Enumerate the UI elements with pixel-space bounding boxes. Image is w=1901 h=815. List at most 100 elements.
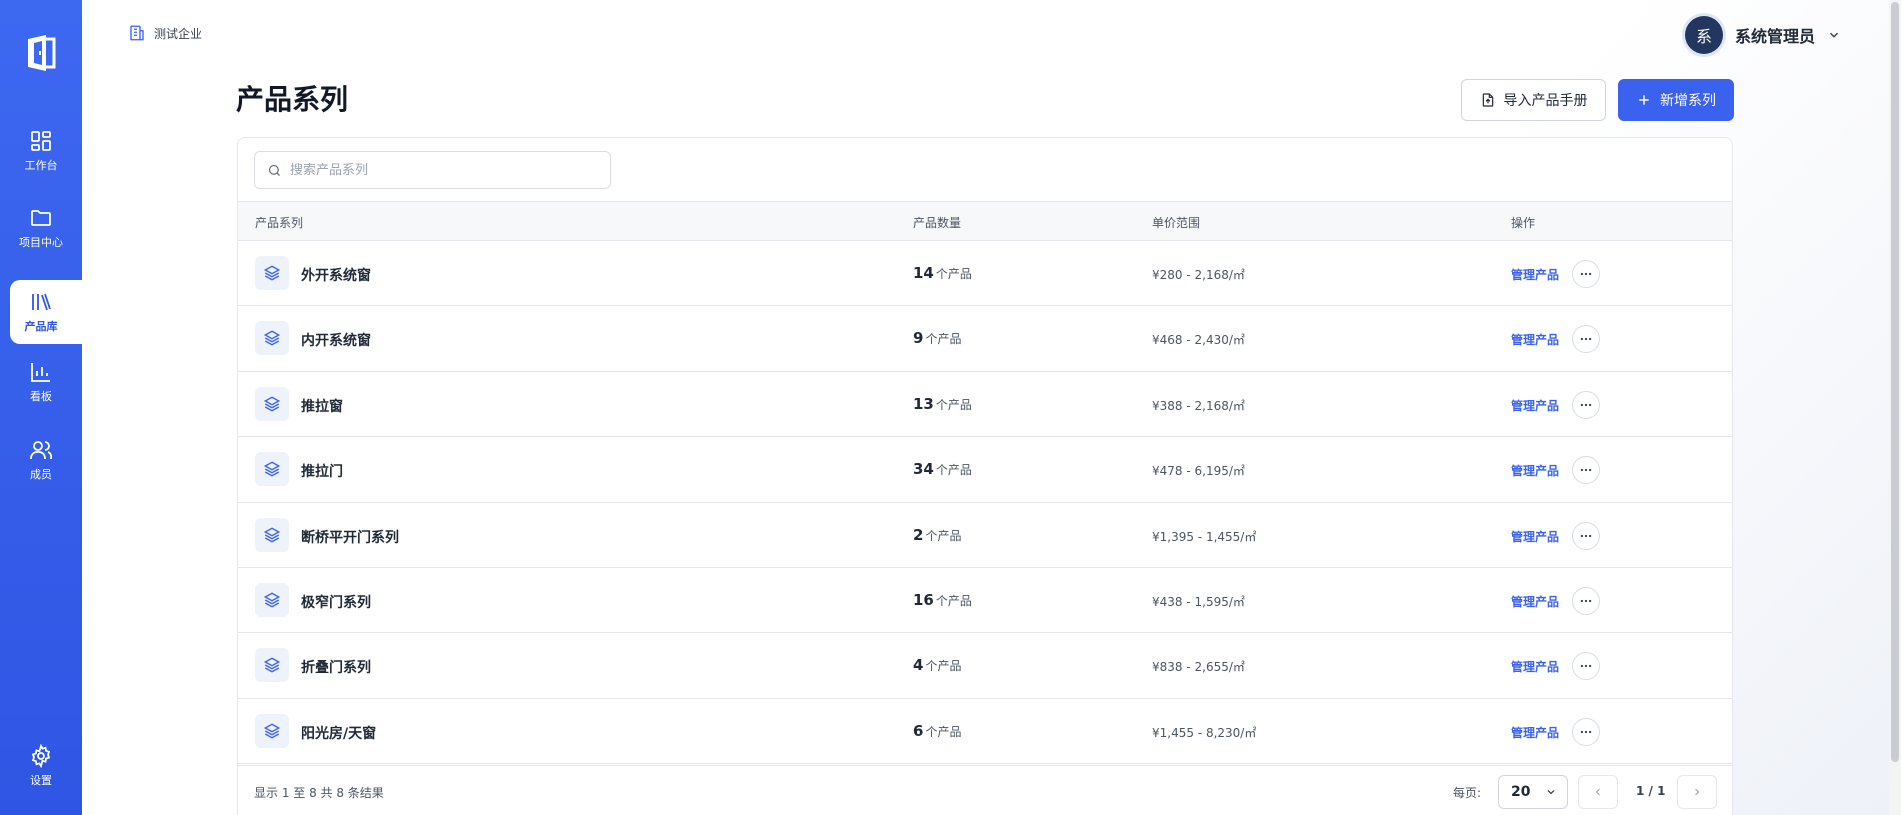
product-count: 13 个产品 xyxy=(913,395,972,413)
layers-icon xyxy=(255,321,289,356)
sidebar-item-label: 工作台 xyxy=(24,159,58,172)
price-range: ¥388 - 2,168/㎡ xyxy=(1152,398,1245,413)
more-actions-button[interactable] xyxy=(1572,717,1600,746)
more-actions-button[interactable] xyxy=(1572,652,1600,681)
table-row: 内开系统窗 9 个产品 ¥468 - 2,430/㎡ 管理产品 xyxy=(238,306,1732,372)
chevron-down-icon xyxy=(1830,32,1839,38)
app-logo[interactable] xyxy=(22,33,60,73)
layers-icon xyxy=(255,452,289,487)
manage-products-link[interactable]: 管理产品 xyxy=(1511,724,1559,741)
page-info: 1 / 1 xyxy=(1636,784,1666,798)
manage-products-link[interactable]: 管理产品 xyxy=(1511,266,1559,283)
series-name: 极窄门系列 xyxy=(301,594,371,611)
chevron-down-icon xyxy=(1547,790,1555,795)
search-input[interactable] xyxy=(290,162,590,178)
manage-products-link[interactable]: 管理产品 xyxy=(1511,462,1559,479)
manage-products-link[interactable]: 管理产品 xyxy=(1511,331,1559,348)
product-count-unit: 个产品 xyxy=(925,528,962,543)
per-page-select[interactable]: 20 xyxy=(1498,775,1568,809)
sidebar-item-members[interactable]: 成员 xyxy=(10,428,82,492)
manage-products-link[interactable]: 管理产品 xyxy=(1511,528,1559,545)
price-range: ¥838 - 2,655/㎡ xyxy=(1152,660,1245,675)
layers-icon xyxy=(255,582,289,617)
gear-icon xyxy=(31,744,51,768)
manage-products-link[interactable]: 管理产品 xyxy=(1511,658,1559,675)
more-actions-button[interactable] xyxy=(1572,260,1600,288)
product-count-value: 9 xyxy=(913,329,924,348)
scrollbar-thumb[interactable] xyxy=(1891,2,1899,762)
building-icon xyxy=(130,25,144,41)
more-actions-button[interactable] xyxy=(1572,390,1600,419)
series-name: 外开系统窗 xyxy=(301,268,371,284)
more-horizontal-icon xyxy=(1580,665,1592,668)
sidebar-item-board[interactable]: 看板 xyxy=(10,350,82,414)
org-switcher[interactable]: 测试企业 xyxy=(128,24,202,42)
series-name: 推拉窗 xyxy=(301,398,343,415)
product-count-value: 14 xyxy=(913,264,934,282)
users-icon xyxy=(30,441,53,459)
price-range: ¥478 - 6,195/㎡ xyxy=(1152,464,1245,479)
series-name: 内开系统窗 xyxy=(301,333,371,350)
product-count-unit: 个产品 xyxy=(935,397,972,412)
table-row: 折叠门系列 4 个产品 ¥838 - 2,655/㎡ 管理产品 xyxy=(238,633,1732,699)
more-actions-button[interactable] xyxy=(1572,521,1600,550)
layers-icon xyxy=(255,256,289,290)
search-box[interactable] xyxy=(254,151,611,189)
manage-products-link[interactable]: 管理产品 xyxy=(1511,397,1559,414)
product-count: 14 个产品 xyxy=(913,264,972,282)
product-count-unit: 个产品 xyxy=(935,267,972,281)
manage-products-link[interactable]: 管理产品 xyxy=(1511,593,1559,610)
series-name: 折叠门系列 xyxy=(301,660,371,677)
library-icon xyxy=(32,293,51,311)
sidebar-item-workbench[interactable]: 工作台 xyxy=(10,119,82,183)
result-summary: 显示 1 至 8 共 8 条结果 xyxy=(254,786,384,800)
sidebar-item-label: 成员 xyxy=(30,468,52,481)
layers-icon xyxy=(255,713,289,748)
sidebar-item-projects[interactable]: 项目中心 xyxy=(10,196,82,260)
table-row: 外开系统窗 14 个产品 ¥280 - 2,168/㎡ 管理产品 xyxy=(238,241,1732,307)
sidebar-item-label: 看板 xyxy=(30,390,52,403)
product-count: 16 个产品 xyxy=(913,591,972,609)
user-name: 系统管理员 xyxy=(1735,27,1816,46)
page-scrollbar[interactable] xyxy=(1889,0,1901,815)
column-header-count: 产品数量 xyxy=(913,216,962,230)
sidebar-item-settings[interactable]: 设置 xyxy=(10,734,82,798)
next-page-button[interactable] xyxy=(1677,775,1717,809)
sidebar: 工作台 项目中心 产品库 看板 成员 设置 xyxy=(0,0,82,815)
more-horizontal-icon xyxy=(1580,403,1592,406)
product-count-value: 13 xyxy=(913,394,934,413)
more-actions-button[interactable] xyxy=(1572,325,1600,354)
more-horizontal-icon xyxy=(1580,599,1592,603)
import-manual-button[interactable]: 导入产品手册 xyxy=(1461,79,1606,121)
series-name: 断桥平开门系列 xyxy=(301,529,399,546)
bar-chart-icon xyxy=(31,363,50,382)
add-series-button[interactable]: 新增系列 xyxy=(1618,79,1734,121)
more-actions-button[interactable] xyxy=(1572,586,1600,615)
product-count-unit: 个产品 xyxy=(935,593,972,608)
price-range: ¥468 - 2,430/㎡ xyxy=(1152,333,1245,348)
user-menu[interactable]: 系 系统管理员 xyxy=(1685,16,1841,54)
chevron-right-icon xyxy=(1695,788,1700,796)
product-count-value: 6 xyxy=(913,721,924,740)
more-horizontal-icon xyxy=(1580,730,1592,733)
price-range: ¥1,395 - 1,455/㎡ xyxy=(1152,529,1257,544)
product-count-unit: 个产品 xyxy=(935,463,972,478)
table-row: 断桥平开门系列 2 个产品 ¥1,395 - 1,455/㎡ 管理产品 xyxy=(238,503,1732,568)
product-count-value: 34 xyxy=(913,460,934,479)
org-name: 测试企业 xyxy=(154,26,203,41)
layers-icon xyxy=(255,648,289,683)
prev-page-button[interactable] xyxy=(1578,775,1618,809)
more-horizontal-icon xyxy=(1580,338,1592,341)
price-range: ¥1,455 - 8,230/㎡ xyxy=(1152,725,1257,740)
layers-icon xyxy=(255,386,289,421)
search-icon xyxy=(268,164,280,176)
sidebar-item-label: 产品库 xyxy=(24,320,58,333)
product-count: 6 个产品 xyxy=(913,722,961,740)
avatar: 系 xyxy=(1685,16,1723,54)
table-row: 推拉门 34 个产品 ¥478 - 6,195/㎡ 管理产品 xyxy=(238,437,1732,503)
more-actions-button[interactable] xyxy=(1572,456,1600,485)
product-count: 4 个产品 xyxy=(913,656,961,674)
more-horizontal-icon xyxy=(1580,534,1592,537)
sidebar-item-product-library[interactable]: 产品库 xyxy=(10,280,82,344)
product-count-unit: 个产品 xyxy=(925,724,962,739)
